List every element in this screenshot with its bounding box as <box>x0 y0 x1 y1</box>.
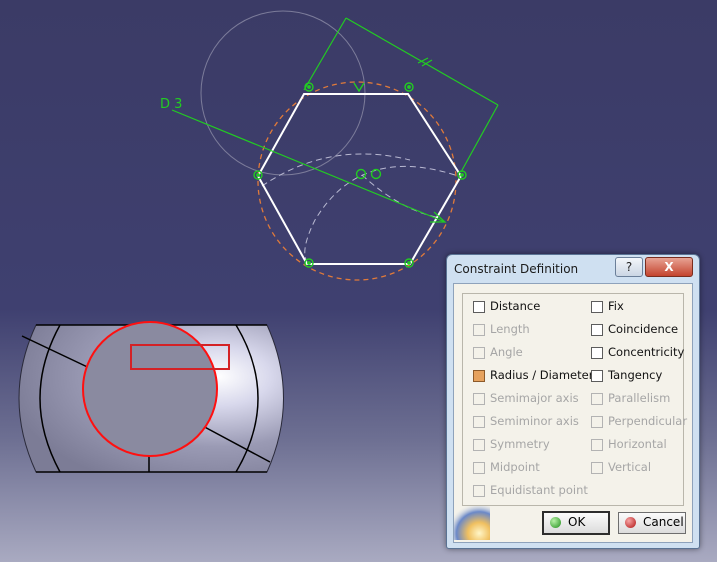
checkbox[interactable] <box>591 347 603 359</box>
construction-circle <box>257 81 457 281</box>
sketch-geometry[interactable]: D 3 <box>160 10 499 281</box>
checkbox <box>473 416 485 428</box>
checkbox <box>473 324 485 336</box>
checkbox[interactable] <box>591 301 603 313</box>
checkbox[interactable] <box>591 370 603 382</box>
ok-button[interactable]: OK <box>542 511 610 535</box>
dialog-body: Distance Length Angle Radius / Diameter … <box>453 283 693 543</box>
dialog-titlebar[interactable]: Constraint Definition ? X <box>447 255 699 283</box>
checkbox <box>591 439 603 451</box>
checkbox <box>591 416 603 428</box>
checkbox <box>591 393 603 405</box>
help-button[interactable]: ? <box>615 257 643 277</box>
close-button[interactable]: X <box>645 257 693 277</box>
constraint-options-group: Distance Length Angle Radius / Diameter … <box>462 293 687 506</box>
checkbox <box>473 485 485 497</box>
catia-logo-icon <box>454 506 490 540</box>
cancel-button[interactable]: Cancel <box>618 512 686 534</box>
part-hole-edge[interactable] <box>82 321 218 457</box>
checkbox <box>473 462 485 474</box>
checkbox <box>473 347 485 359</box>
cancel-red-icon <box>625 517 636 528</box>
checkbox <box>473 439 485 451</box>
checkbox[interactable] <box>591 324 603 336</box>
dimension-label[interactable]: D 3 <box>160 97 182 112</box>
checkbox <box>591 462 603 474</box>
dialog-title: Constraint Definition <box>454 262 579 276</box>
hexagon-profile[interactable] <box>256 93 463 265</box>
ok-green-icon <box>550 517 561 528</box>
checkbox-selected[interactable] <box>473 370 485 382</box>
checkbox[interactable] <box>473 301 485 313</box>
constraint-definition-dialog: Constraint Definition ? X Distance Lengt… <box>446 254 700 549</box>
concentricity-highlight <box>130 344 230 370</box>
checkbox <box>473 393 485 405</box>
